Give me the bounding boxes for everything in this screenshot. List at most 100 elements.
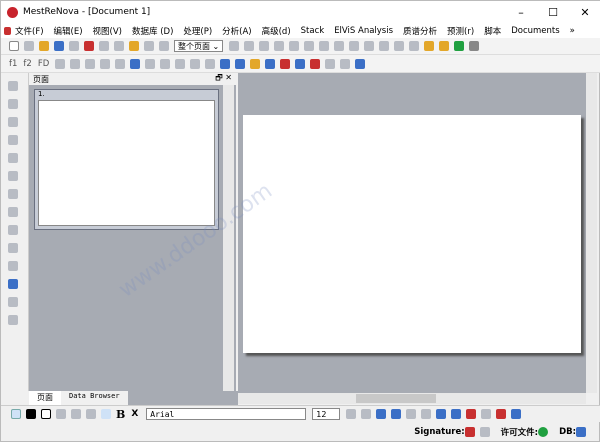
tool-icon[interactable] xyxy=(8,243,18,253)
tool-icon[interactable] xyxy=(8,261,18,271)
fd-button[interactable]: FD xyxy=(38,59,49,69)
menu-elvis[interactable]: ElViS Analysis xyxy=(334,26,393,36)
db-icon[interactable] xyxy=(576,427,586,437)
scroll-thumb[interactable] xyxy=(356,394,436,403)
tool-icon[interactable] xyxy=(355,58,366,69)
menu-overflow[interactable]: » xyxy=(570,26,575,36)
tool-icon[interactable] xyxy=(511,409,522,419)
baseline-icon[interactable] xyxy=(70,58,81,69)
menu-analysis[interactable]: 分析(A) xyxy=(222,25,251,37)
tool-icon[interactable] xyxy=(8,171,18,181)
bold-button[interactable]: B xyxy=(116,408,125,421)
tool-icon[interactable] xyxy=(8,315,18,325)
tool-icon[interactable] xyxy=(295,58,306,69)
maximize-button[interactable]: ☐ xyxy=(537,1,569,23)
menu-process[interactable]: 处理(P) xyxy=(183,25,212,37)
zoom-icon[interactable] xyxy=(274,41,285,51)
tab-data-browser[interactable]: Data Browser xyxy=(61,391,128,405)
tool-icon[interactable] xyxy=(100,58,111,69)
font-size-select[interactable]: 12 xyxy=(312,408,341,420)
fill-color-icon[interactable] xyxy=(26,409,36,419)
text-icon[interactable] xyxy=(56,409,66,419)
align-icon[interactable] xyxy=(101,409,111,419)
print-icon[interactable] xyxy=(69,41,79,51)
tool-icon[interactable] xyxy=(391,409,402,419)
tool-icon[interactable] xyxy=(265,58,276,69)
tab-pages[interactable]: 页面 xyxy=(29,391,61,405)
tool-icon[interactable] xyxy=(160,58,171,69)
tool-icon[interactable] xyxy=(145,58,156,69)
tool-icon[interactable] xyxy=(115,58,126,69)
page-thumbnail[interactable]: 1. xyxy=(34,89,219,230)
tool-icon[interactable] xyxy=(220,58,231,69)
phase-icon[interactable] xyxy=(55,58,66,69)
new-page-icon[interactable] xyxy=(24,41,34,51)
crosshair-icon[interactable] xyxy=(394,41,405,51)
text-icon[interactable] xyxy=(86,409,96,419)
tool-icon[interactable] xyxy=(250,58,261,69)
tool-icon[interactable] xyxy=(409,41,420,51)
font-select[interactable]: Arial xyxy=(146,408,307,420)
menu-edit[interactable]: 编辑(E) xyxy=(54,25,83,37)
pages-scrollbar[interactable] xyxy=(223,85,234,391)
menu-advanced[interactable]: 高级(d) xyxy=(262,25,291,37)
tool-icon[interactable] xyxy=(406,409,417,419)
tool-icon[interactable] xyxy=(421,409,432,419)
tool-icon[interactable] xyxy=(496,409,507,419)
close-panel-button[interactable]: ✕ xyxy=(225,73,232,82)
menu-stack[interactable]: Stack xyxy=(301,26,325,36)
tool-icon[interactable] xyxy=(280,58,291,69)
tool-icon[interactable] xyxy=(310,58,321,69)
tool-icon[interactable] xyxy=(130,58,141,69)
tool-icon[interactable] xyxy=(8,207,18,217)
tool-icon[interactable] xyxy=(466,409,477,419)
peak-icon[interactable] xyxy=(349,41,360,51)
f1-button[interactable]: f1 xyxy=(9,59,17,69)
tool-icon[interactable] xyxy=(190,58,201,69)
menu-ms[interactable]: 质谱分析 xyxy=(403,25,437,37)
signature-icon[interactable] xyxy=(479,427,490,437)
menu-documents[interactable]: Documents xyxy=(511,26,559,36)
tool-icon[interactable] xyxy=(325,58,336,69)
tool-icon[interactable] xyxy=(8,81,18,91)
peak-icon[interactable] xyxy=(334,41,345,51)
signature-icon[interactable] xyxy=(464,427,475,437)
tool-icon[interactable] xyxy=(436,409,447,419)
redo-icon[interactable] xyxy=(159,41,169,51)
minimize-button[interactable]: – xyxy=(505,1,537,23)
subscript-button[interactable]: X xyxy=(131,409,138,419)
table-icon[interactable] xyxy=(8,279,18,289)
tool-icon[interactable] xyxy=(205,58,216,69)
cut-icon[interactable] xyxy=(114,41,124,51)
vertical-scrollbar[interactable] xyxy=(586,73,597,393)
menu-file[interactable]: 文件(F) xyxy=(15,25,44,37)
tool-icon[interactable] xyxy=(8,153,18,163)
tool-icon[interactable] xyxy=(340,58,351,69)
paste-icon[interactable] xyxy=(129,41,139,51)
text-icon[interactable] xyxy=(71,409,81,419)
open-icon[interactable] xyxy=(39,41,49,51)
pdf-icon[interactable] xyxy=(84,41,94,51)
tool-icon[interactable] xyxy=(8,117,18,127)
tool-icon[interactable] xyxy=(8,297,18,307)
apodization-icon[interactable] xyxy=(85,58,96,69)
tool-icon[interactable] xyxy=(451,409,462,419)
tool-icon[interactable] xyxy=(361,409,372,419)
tool-icon[interactable] xyxy=(346,409,357,419)
tool-icon[interactable] xyxy=(175,58,186,69)
fit-icon[interactable] xyxy=(289,41,300,51)
tool-icon[interactable] xyxy=(8,225,18,235)
tool-icon[interactable] xyxy=(235,58,246,69)
zoom-out-icon[interactable] xyxy=(244,41,255,51)
integral-icon[interactable] xyxy=(379,41,390,51)
save-icon[interactable] xyxy=(54,41,64,51)
select-arrow-icon[interactable] xyxy=(11,409,21,419)
tool-icon[interactable] xyxy=(304,41,315,51)
tool-icon[interactable] xyxy=(319,41,330,51)
horizontal-scrollbar[interactable] xyxy=(238,393,586,404)
tool-icon[interactable] xyxy=(8,135,18,145)
integral-icon[interactable] xyxy=(364,41,375,51)
menu-view[interactable]: 视图(V) xyxy=(93,25,122,37)
license-ok-icon[interactable] xyxy=(538,427,549,437)
zoom-in-icon[interactable] xyxy=(229,41,240,51)
